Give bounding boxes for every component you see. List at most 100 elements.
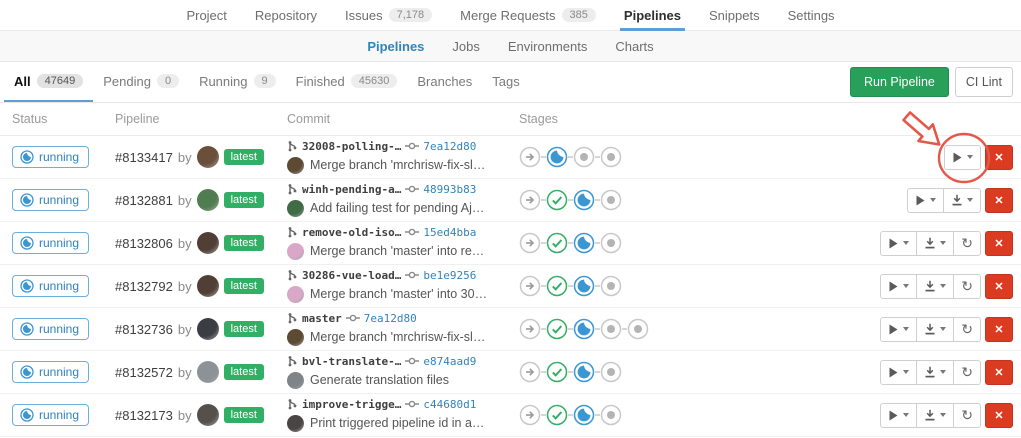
committer-avatar[interactable]	[287, 157, 304, 174]
user-avatar[interactable]	[197, 361, 219, 383]
artifacts-download-dropdown-button[interactable]	[916, 231, 954, 256]
artifacts-download-dropdown-button[interactable]	[916, 274, 954, 299]
cancel-pipeline-button[interactable]: ✕	[985, 145, 1013, 170]
commit-sha-link[interactable]: 15ed4bba	[423, 227, 476, 238]
commit-message-link[interactable]: Merge branch 'master' into 30…	[310, 288, 487, 301]
user-avatar[interactable]	[197, 189, 219, 211]
stage-icon-running[interactable]	[573, 232, 595, 254]
stage-icon-running[interactable]	[573, 275, 595, 297]
branch-name-link[interactable]: remove-old-iso…	[302, 227, 401, 238]
status-badge-running[interactable]: running	[12, 404, 89, 426]
cancel-pipeline-button[interactable]: ✕	[985, 188, 1013, 213]
pipeline-id-link[interactable]: #8132792	[115, 279, 173, 294]
pipeline-id-link[interactable]: #8132806	[115, 236, 173, 251]
stage-icon-created[interactable]	[600, 146, 622, 168]
play-dropdown-button[interactable]	[880, 317, 917, 342]
stage-icon-success[interactable]	[546, 404, 568, 426]
ci-lint-button[interactable]: CI Lint	[955, 67, 1013, 97]
stage-icon-skipped[interactable]	[519, 404, 541, 426]
run-pipeline-button[interactable]: Run Pipeline	[850, 67, 949, 97]
branch-name-link[interactable]: master	[302, 313, 342, 324]
commit-sha-link[interactable]: 48993b83	[423, 184, 476, 195]
status-badge-running[interactable]: running	[12, 189, 89, 211]
play-dropdown-button[interactable]	[944, 145, 981, 170]
retry-pipeline-button[interactable]: ↻	[953, 231, 981, 256]
pipeline-id-link[interactable]: #8133417	[115, 150, 173, 165]
retry-pipeline-button[interactable]: ↻	[953, 360, 981, 385]
filter-tab-pending[interactable]: Pending0	[93, 62, 189, 102]
stage-icon-running[interactable]	[573, 361, 595, 383]
user-avatar[interactable]	[197, 232, 219, 254]
stage-icon-created[interactable]	[600, 189, 622, 211]
commit-sha-link[interactable]: be1e9256	[423, 270, 476, 281]
stage-icon-success[interactable]	[546, 232, 568, 254]
branch-name-link[interactable]: winh-pending-a…	[302, 184, 401, 195]
play-dropdown-button[interactable]	[880, 403, 917, 428]
stage-icon-created[interactable]	[600, 404, 622, 426]
artifacts-download-dropdown-button[interactable]	[943, 188, 981, 213]
subnav-item-pipelines[interactable]: Pipelines	[355, 39, 436, 54]
cancel-pipeline-button[interactable]: ✕	[985, 360, 1013, 385]
play-dropdown-button[interactable]	[880, 231, 917, 256]
commit-message-link[interactable]: Add failing test for pending Aj…	[310, 202, 484, 215]
retry-pipeline-button[interactable]: ↻	[953, 317, 981, 342]
stage-icon-running[interactable]	[573, 189, 595, 211]
stage-icon-success[interactable]	[546, 275, 568, 297]
stage-icon-skipped[interactable]	[519, 275, 541, 297]
stage-icon-created[interactable]	[627, 318, 649, 340]
retry-pipeline-button[interactable]: ↻	[953, 274, 981, 299]
stage-icon-skipped[interactable]	[519, 361, 541, 383]
commit-message-link[interactable]: Merge branch 'mrchrisw-fix-sl…	[310, 331, 485, 344]
retry-pipeline-button[interactable]: ↻	[953, 403, 981, 428]
pipeline-id-link[interactable]: #8132173	[115, 408, 173, 423]
status-badge-running[interactable]: running	[12, 361, 89, 383]
commit-sha-link[interactable]: e874aad9	[423, 356, 476, 367]
subnav-item-charts[interactable]: Charts	[603, 39, 665, 54]
commit-message-link[interactable]: Generate translation files	[310, 374, 449, 387]
pipeline-id-link[interactable]: #8132572	[115, 365, 173, 380]
stage-icon-created[interactable]	[600, 232, 622, 254]
commit-sha-link[interactable]: 7ea12d80	[423, 141, 476, 152]
stage-icon-created[interactable]	[600, 275, 622, 297]
nav-item-pipelines[interactable]: Pipelines	[612, 0, 693, 30]
user-avatar[interactable]	[197, 404, 219, 426]
nav-item-issues[interactable]: Issues7,178	[333, 0, 444, 30]
committer-avatar[interactable]	[287, 415, 304, 432]
play-dropdown-button[interactable]	[880, 360, 917, 385]
branch-name-link[interactable]: 30286-vue-load…	[302, 270, 401, 281]
committer-avatar[interactable]	[287, 243, 304, 260]
artifacts-download-dropdown-button[interactable]	[916, 403, 954, 428]
stage-icon-skipped[interactable]	[519, 146, 541, 168]
committer-avatar[interactable]	[287, 286, 304, 303]
stage-icon-success[interactable]	[546, 318, 568, 340]
pipeline-id-link[interactable]: #8132881	[115, 193, 173, 208]
pipeline-id-link[interactable]: #8132736	[115, 322, 173, 337]
commit-sha-link[interactable]: c44680d1	[423, 399, 476, 410]
cancel-pipeline-button[interactable]: ✕	[985, 274, 1013, 299]
artifacts-download-dropdown-button[interactable]	[916, 360, 954, 385]
stage-icon-skipped[interactable]	[519, 318, 541, 340]
nav-item-repository[interactable]: Repository	[243, 0, 329, 30]
play-dropdown-button[interactable]	[880, 274, 917, 299]
stage-icon-skipped[interactable]	[519, 189, 541, 211]
stage-icon-running[interactable]	[546, 146, 568, 168]
commit-message-link[interactable]: Merge branch 'master' into re…	[310, 245, 484, 258]
filter-tab-finished[interactable]: Finished45630	[286, 62, 408, 102]
stage-icon-success[interactable]	[546, 189, 568, 211]
status-badge-running[interactable]: running	[12, 275, 89, 297]
status-badge-running[interactable]: running	[12, 232, 89, 254]
committer-avatar[interactable]	[287, 329, 304, 346]
play-dropdown-button[interactable]	[907, 188, 944, 213]
stage-icon-success[interactable]	[546, 361, 568, 383]
user-avatar[interactable]	[197, 275, 219, 297]
cancel-pipeline-button[interactable]: ✕	[985, 231, 1013, 256]
stage-icon-running[interactable]	[573, 318, 595, 340]
committer-avatar[interactable]	[287, 200, 304, 217]
filter-tab-tags[interactable]: Tags	[482, 62, 529, 102]
branch-name-link[interactable]: 32008-polling-…	[302, 141, 401, 152]
nav-item-settings[interactable]: Settings	[776, 0, 847, 30]
stage-icon-running[interactable]	[573, 404, 595, 426]
status-badge-running[interactable]: running	[12, 146, 89, 168]
nav-item-project[interactable]: Project	[174, 0, 238, 30]
branch-name-link[interactable]: improve-trigge…	[302, 399, 401, 410]
